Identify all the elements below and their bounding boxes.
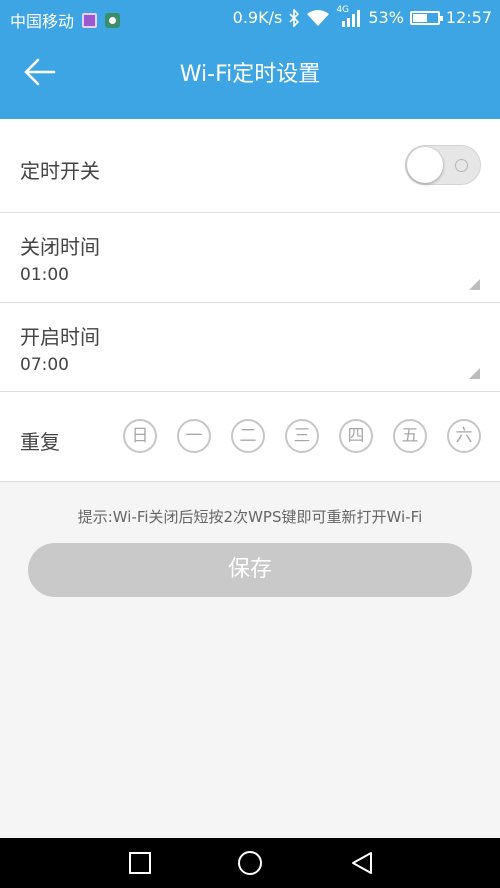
signal-group: 4G (336, 5, 362, 27)
repeat-label: 重复 (20, 430, 60, 454)
app-notification-icon (105, 12, 121, 28)
open-time-row[interactable]: 开启时间 07:00 (0, 303, 500, 392)
day-button-fri[interactable]: 五 (393, 419, 427, 453)
carrier-name: 中国移动 (10, 12, 75, 31)
day-button-thu[interactable]: 四 (339, 419, 373, 453)
battery-percent: 53% (368, 8, 404, 27)
toggle-knob (407, 147, 443, 183)
toggle-off-indicator-icon (455, 159, 468, 172)
day-button-wed[interactable]: 三 (285, 419, 319, 453)
clock: 12:57 (445, 8, 492, 27)
triangle-back-icon[interactable] (349, 850, 375, 876)
open-time-label: 开启时间 (20, 325, 100, 349)
bluetooth-icon (289, 8, 300, 27)
open-time-value: 07:00 (20, 355, 69, 375)
timer-switch-label: 定时开关 (20, 159, 100, 183)
save-button[interactable]: 保存 (28, 543, 472, 597)
square-icon[interactable] (127, 850, 153, 876)
wifi-icon (307, 9, 330, 26)
gallery-notification-icon (82, 12, 98, 28)
network-speed: 0.9K/s (232, 8, 283, 27)
status-bar-right: 0.9K/s 4G 53% 12:57 (232, 5, 492, 28)
circle-icon[interactable] (236, 850, 264, 876)
close-time-row[interactable]: 关闭时间 01:00 (0, 213, 500, 303)
dropdown-corner-icon (469, 368, 480, 379)
close-time-value: 01:00 (20, 265, 69, 285)
day-button-tue[interactable]: 二 (231, 419, 265, 453)
status-bar-left: 中国移动 (10, 8, 121, 32)
cell-signal-icon (342, 9, 361, 27)
status-bar: 中国移动 0.9K/s 4G 53% 12:57 (0, 0, 500, 36)
battery-icon (409, 10, 443, 25)
hint-text: 提示:Wi-Fi关闭后短按2次WPS键即可重新打开Wi-Fi (77, 508, 423, 526)
app-header: 中国移动 0.9K/s 4G 53% 12:57 Wi-Fi定时设置 (0, 0, 500, 119)
close-time-label: 关闭时间 (20, 235, 100, 259)
day-button-sat[interactable]: 六 (447, 419, 481, 453)
dropdown-corner-icon (469, 279, 480, 290)
navigation-bar (0, 838, 500, 888)
day-button-sun[interactable]: 日 (123, 419, 157, 453)
timer-switch-toggle[interactable] (405, 145, 481, 185)
day-button-mon[interactable]: 一 (177, 419, 211, 453)
page-title: Wi-Fi定时设置 (179, 62, 321, 87)
